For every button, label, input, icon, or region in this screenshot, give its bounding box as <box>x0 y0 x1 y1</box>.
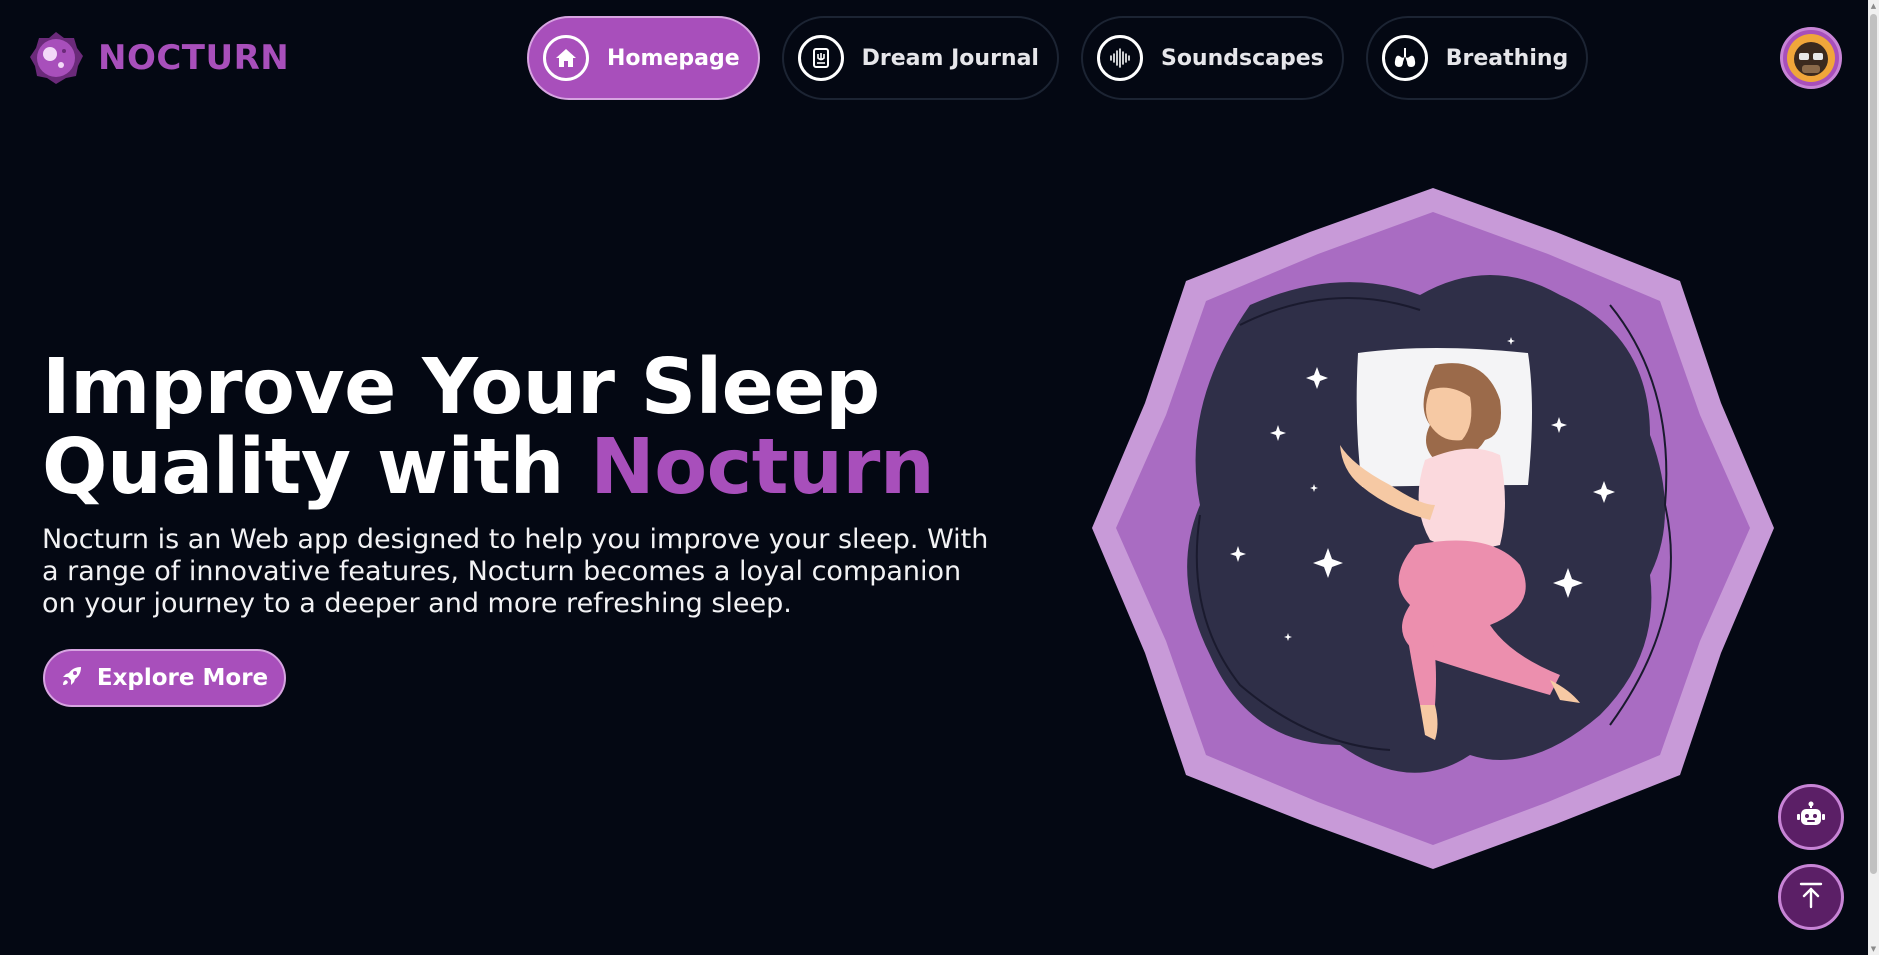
nav-item-homepage[interactable]: Homepage <box>527 16 760 100</box>
brand-name: NOCTURN <box>98 38 290 78</box>
sleeping-woman-illustration <box>1090 185 1776 871</box>
nav-label-homepage: Homepage <box>607 45 740 71</box>
nav-label-breathing: Breathing <box>1445 45 1569 71</box>
hero-title: Improve Your Sleep Quality with Nocturn <box>42 348 935 508</box>
explore-more-label: Explore More <box>96 665 269 691</box>
main-nav: Homepage Dream Journal Soundscapes Breat… <box>527 16 1589 100</box>
hero-description: Nocturn is an Web app designed to help y… <box>42 524 989 619</box>
page-scrollbar[interactable]: ▲ ▼ <box>1868 0 1879 955</box>
hero-title-line2-prefix: Quality with <box>42 423 591 512</box>
nav-item-breathing[interactable]: Breathing <box>1365 16 1589 100</box>
arrow-up-to-top-icon <box>1798 881 1824 913</box>
nav-label-dream-journal: Dream Journal <box>861 45 1039 71</box>
explore-more-button[interactable]: Explore More <box>43 649 286 707</box>
scroll-to-top-button[interactable] <box>1778 864 1844 930</box>
page: NOCTURN Homepage Dream Journal Soundscap… <box>0 0 1879 955</box>
scroll-up-arrow-icon[interactable]: ▲ <box>1870 2 1877 10</box>
scroll-down-arrow-icon[interactable]: ▼ <box>1870 945 1877 953</box>
home-icon <box>543 35 589 81</box>
avatar-icon <box>1787 34 1835 82</box>
moon-logo-icon <box>28 30 84 86</box>
lungs-icon <box>1381 35 1428 81</box>
nav-item-dream-journal[interactable]: Dream Journal <box>781 16 1059 100</box>
hero-title-line1: Improve Your Sleep <box>42 343 880 432</box>
hero-title-accent: Nocturn <box>590 423 935 512</box>
journal-icon <box>797 35 844 81</box>
chatbot-button[interactable] <box>1778 784 1844 850</box>
avatar[interactable] <box>1780 27 1842 89</box>
brand-logo[interactable]: NOCTURN <box>28 30 289 86</box>
soundwave-icon <box>1096 35 1143 81</box>
nav-item-soundscapes[interactable]: Soundscapes <box>1080 16 1344 100</box>
nav-label-soundscapes: Soundscapes <box>1160 45 1324 71</box>
scroll-thumb[interactable] <box>1870 14 1877 874</box>
rocket-icon <box>61 665 83 691</box>
robot-icon <box>1796 801 1826 833</box>
